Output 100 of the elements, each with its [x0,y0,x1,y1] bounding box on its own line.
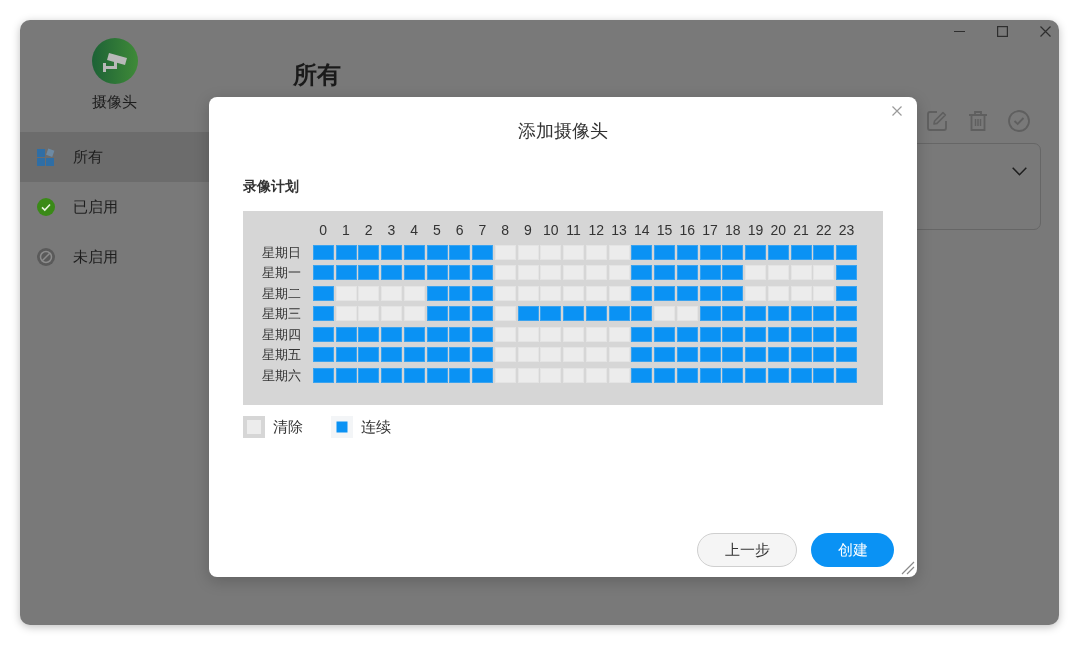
time-slot[interactable] [540,306,562,321]
time-slot[interactable] [403,367,425,383]
time-slot[interactable] [654,244,675,260]
time-slot[interactable] [767,306,789,321]
close-button[interactable] [892,106,902,116]
time-slot[interactable] [631,367,653,383]
time-slot[interactable] [585,306,607,321]
time-slot[interactable] [745,367,766,383]
time-slot[interactable] [836,306,857,321]
time-slot[interactable] [358,265,380,280]
time-slot[interactable] [654,285,675,301]
time-slot[interactable] [654,326,675,342]
time-slot[interactable] [312,285,334,301]
time-slot[interactable] [790,367,812,383]
time-slot[interactable] [472,367,493,383]
time-slot[interactable] [449,326,471,342]
time-slot[interactable] [631,347,653,362]
time-slot[interactable] [358,326,380,342]
time-slot[interactable] [790,326,812,342]
time-slot[interactable] [676,244,698,260]
time-slot[interactable] [676,326,698,342]
time-slot[interactable] [312,326,334,342]
time-slot[interactable] [335,367,357,383]
time-slot[interactable] [767,367,789,383]
time-slot[interactable] [449,265,471,280]
time-slot[interactable] [654,347,675,362]
time-slot[interactable] [722,285,744,301]
time-slot[interactable] [745,326,766,342]
time-slot[interactable] [358,367,380,383]
delete-button[interactable] [967,110,989,132]
time-slot[interactable] [563,306,584,321]
time-slot[interactable] [722,367,744,383]
time-slot[interactable] [335,326,357,342]
edit-button[interactable] [926,110,948,132]
time-slot[interactable] [836,265,857,280]
time-slot[interactable] [631,285,653,301]
time-slot[interactable] [631,265,653,280]
time-slot[interactable] [813,347,835,362]
time-slot[interactable] [335,265,357,280]
time-slot[interactable] [403,265,425,280]
time-slot[interactable] [813,326,835,342]
time-slot[interactable] [472,265,493,280]
time-slot[interactable] [449,285,471,301]
sidebar-item[interactable]: 未启用 [20,232,209,282]
create-button[interactable]: 创建 [811,533,894,567]
time-slot[interactable] [403,326,425,342]
time-slot[interactable] [449,244,471,260]
time-slot[interactable] [722,265,744,280]
time-slot[interactable] [358,347,380,362]
time-slot[interactable] [722,244,744,260]
time-slot[interactable] [836,326,857,342]
time-slot[interactable] [722,326,744,342]
time-slot[interactable] [403,347,425,362]
time-slot[interactable] [745,244,766,260]
time-slot[interactable] [472,285,493,301]
time-slot[interactable] [449,367,471,383]
time-slot[interactable] [358,244,380,260]
confirm-button[interactable] [1008,110,1030,132]
time-slot[interactable] [426,367,448,383]
time-slot[interactable] [676,285,698,301]
time-slot[interactable] [472,244,493,260]
time-slot[interactable] [472,347,493,362]
time-slot[interactable] [745,306,766,321]
time-slot[interactable] [745,347,766,362]
time-slot[interactable] [722,347,744,362]
time-slot[interactable] [790,306,812,321]
close-button[interactable] [1039,25,1051,37]
time-slot[interactable] [312,244,334,260]
time-slot[interactable] [813,367,835,383]
time-slot[interactable] [767,326,789,342]
time-slot[interactable] [449,306,471,321]
time-slot[interactable] [631,306,653,321]
time-slot[interactable] [517,306,539,321]
time-slot[interactable] [767,244,789,260]
time-slot[interactable] [608,306,630,321]
time-slot[interactable] [790,347,812,362]
time-slot[interactable] [381,326,402,342]
time-slot[interactable] [426,265,448,280]
time-slot[interactable] [381,347,402,362]
time-slot[interactable] [449,347,471,362]
time-slot[interactable] [836,367,857,383]
time-slot[interactable] [699,265,721,280]
sidebar-item[interactable]: 所有 [20,132,209,182]
time-slot[interactable] [631,326,653,342]
time-slot[interactable] [631,244,653,260]
time-slot[interactable] [699,306,721,321]
time-slot[interactable] [790,244,812,260]
time-slot[interactable] [312,347,334,362]
time-slot[interactable] [836,285,857,301]
time-slot[interactable] [676,367,698,383]
time-slot[interactable] [426,347,448,362]
time-slot[interactable] [699,347,721,362]
time-slot[interactable] [381,265,402,280]
expand-button[interactable] [1012,167,1027,176]
time-slot[interactable] [312,265,334,280]
time-slot[interactable] [472,326,493,342]
time-slot[interactable] [676,347,698,362]
time-slot[interactable] [312,367,334,383]
time-slot[interactable] [767,347,789,362]
time-slot[interactable] [381,367,402,383]
